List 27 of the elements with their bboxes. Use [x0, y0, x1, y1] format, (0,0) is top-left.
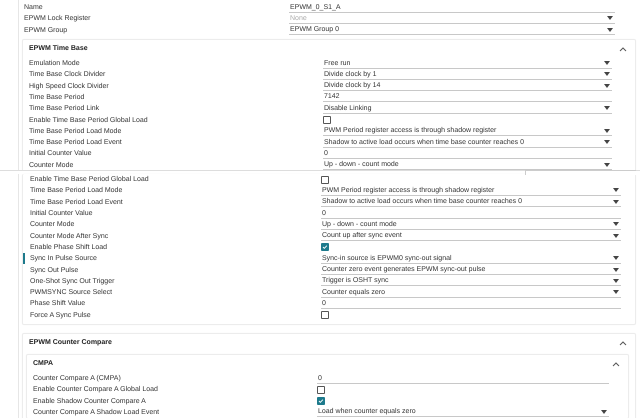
dropdown-caret-icon — [613, 268, 619, 272]
checkbox[interactable] — [321, 311, 329, 320]
dropdown-caret-icon — [613, 256, 619, 260]
dropdown-caret-icon — [613, 290, 619, 294]
checkbox[interactable] — [321, 176, 329, 184]
checkbox[interactable] — [323, 116, 331, 124]
dropdown-caret-icon — [613, 188, 619, 192]
dropdown-caret-icon — [613, 234, 619, 238]
checkbox[interactable] — [317, 386, 325, 394]
dropdown-caret-icon — [604, 162, 610, 167]
dropdown-caret-icon — [613, 222, 619, 226]
dropdown-caret-icon — [613, 278, 619, 283]
checkbox[interactable] — [317, 397, 325, 406]
dropdown-caret-icon — [604, 106, 610, 110]
dropdown-caret-icon — [601, 410, 607, 414]
collapse-chevron-icon[interactable] — [612, 360, 620, 367]
dropdown-caret-icon — [604, 84, 610, 88]
collapse-chevron-icon[interactable] — [619, 340, 627, 346]
dropdown-caret-icon — [607, 16, 613, 20]
dropdown-caret-icon — [604, 140, 610, 144]
dropdown-caret-icon — [604, 128, 610, 133]
dropdown-caret-icon — [613, 200, 619, 204]
dropdown-caret-icon — [604, 61, 610, 66]
dropdown-caret-icon — [604, 72, 610, 76]
dropdown-caret-icon — [607, 28, 613, 32]
collapse-chevron-icon[interactable] — [619, 46, 627, 52]
checkbox[interactable] — [321, 243, 329, 252]
